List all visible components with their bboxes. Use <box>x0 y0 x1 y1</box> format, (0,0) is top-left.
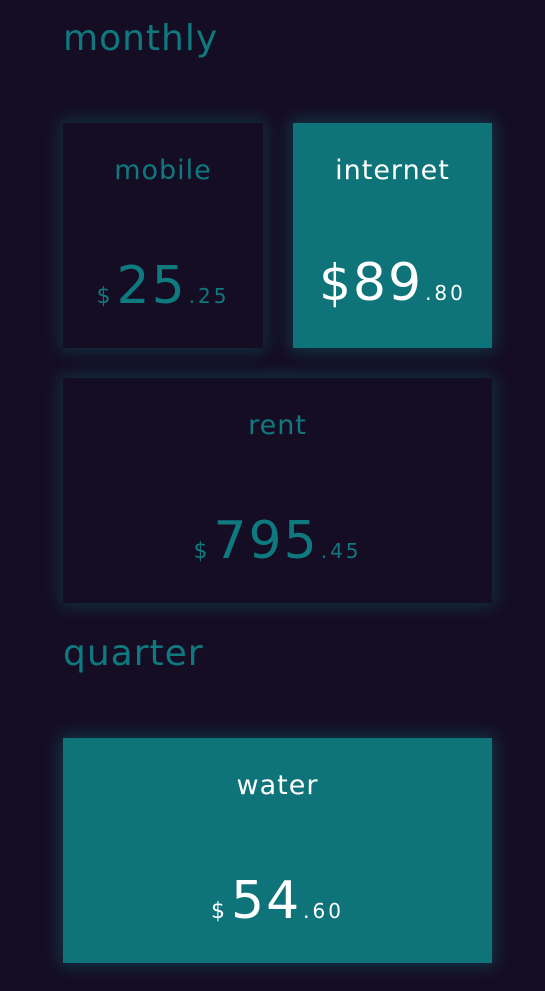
bill-label: rent <box>248 410 307 441</box>
currency-symbol: $ <box>96 284 113 309</box>
bill-card-internet[interactable]: internet $ 89 .80 <box>293 123 492 348</box>
bill-amount: $ 795 .45 <box>63 515 492 567</box>
amount-whole: 25 <box>116 256 187 316</box>
amount-fraction: .45 <box>320 539 362 563</box>
bill-card-water[interactable]: water $ 54 .60 <box>63 738 492 963</box>
currency-symbol: $ <box>211 899 227 924</box>
section-title-monthly: monthly <box>63 18 219 59</box>
amount-fraction: .80 <box>425 281 466 305</box>
amount-fraction: .60 <box>303 899 344 923</box>
amount-whole: 54 <box>231 871 302 931</box>
bill-label: internet <box>335 155 450 186</box>
bill-card-rent[interactable]: rent $ 795 .45 <box>63 378 492 603</box>
currency-symbol: $ <box>193 539 210 564</box>
section-title-quarter: quarter <box>63 633 204 674</box>
currency-symbol: $ <box>319 254 353 312</box>
bill-amount: $ 89 .80 <box>293 254 492 312</box>
bill-label: mobile <box>114 155 212 186</box>
bill-card-mobile[interactable]: mobile $ 25 .25 <box>63 123 263 348</box>
amount-whole: 795 <box>213 511 319 571</box>
amount-whole: 89 <box>352 253 424 313</box>
bill-amount: $ 25 .25 <box>63 260 263 312</box>
amount-fraction: .25 <box>188 284 230 308</box>
bill-amount: $ 54 .60 <box>63 875 492 927</box>
bills-page: monthly mobile $ 25 .25 internet $ 89 .8… <box>0 0 545 991</box>
bill-label: water <box>236 770 319 801</box>
